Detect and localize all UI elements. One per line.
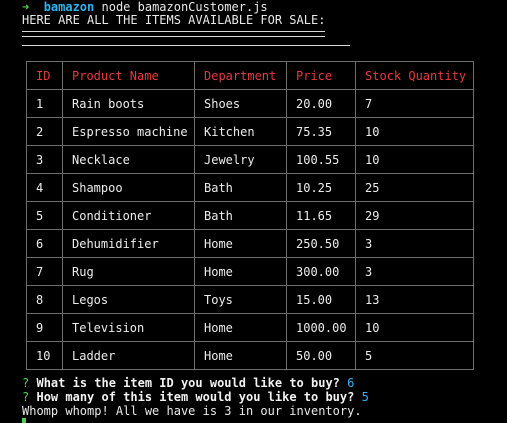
question-quantity: ? How many of this item would you like t… [22,390,369,404]
cell-stock-quantity: 5 [355,341,474,370]
answer-value: 6 [347,376,355,390]
table-header-row: ID Product Name Department Price Stock Q… [26,61,474,90]
question-item-id: ? What is the item ID you would like to … [22,376,354,390]
table-row: 3 Necklace Jewelry 100.55 10 [26,145,474,174]
cell-department: Home [194,229,287,258]
next-prompt-fragment [22,418,26,423]
cell-price: 250.50 [286,229,356,258]
cell-department: Home [194,313,287,342]
header-stock-quantity: Stock Quantity [355,61,474,90]
cell-stock-quantity: 25 [355,173,474,202]
cell-stock-quantity: 10 [355,117,474,146]
cell-department: Toys [194,285,287,314]
cell-product-name: Rug [62,257,195,286]
header-id: ID [26,61,63,90]
table-row: 9 Television Home 1000.00 10 [26,313,474,342]
cell-price: 300.00 [286,257,356,286]
cell-id: 6 [26,229,63,258]
cell-price: 11.65 [286,201,356,230]
cell-price: 20.00 [286,89,356,118]
table-row: 5 Conditioner Bath 11.65 29 [26,201,474,230]
cell-id: 7 [26,257,63,286]
cell-id: 8 [26,285,63,314]
question-text: What is the item ID you would like to bu… [36,376,340,390]
prompt-directory: bamazon [43,0,95,14]
cell-stock-quantity: 13 [355,285,474,314]
cell-stock-quantity: 3 [355,229,474,258]
cell-product-name: Espresso machine [62,117,195,146]
table-row: 2 Espresso machine Kitchen 75.35 10 [26,117,474,146]
table-row: 6 Dehumidifier Home 250.50 3 [26,229,474,258]
single-rule-divider [22,45,350,46]
table-row: 10 Ladder Home 50.00 5 [26,341,474,370]
command-line: ➜ bamazon node bamazonCustomer.js [22,0,268,14]
cell-department: Shoes [194,89,287,118]
cell-id: 10 [26,341,63,370]
table-row: 4 Shampoo Bath 10.25 25 [26,173,474,202]
result-message: Whomp whomp! All we have is 3 in our inv… [22,404,362,418]
cell-id: 5 [26,201,63,230]
cell-id: 4 [26,173,63,202]
question-text: How many of this item would you like to … [36,390,355,404]
cell-price: 15.00 [286,285,356,314]
cell-department: Home [194,341,287,370]
cell-product-name: Television [62,313,195,342]
cell-department: Bath [194,173,287,202]
prompt-arrow-icon: ➜ [22,0,30,14]
cell-department: Bath [194,201,287,230]
question-mark-icon: ? [22,390,30,404]
cell-price: 1000.00 [286,313,356,342]
cell-department: Jewelry [194,145,287,174]
double-rule-divider [22,31,325,37]
cell-department: Kitchen [194,117,287,146]
cell-product-name: Conditioner [62,201,195,230]
cell-id: 9 [26,313,63,342]
cell-stock-quantity: 10 [355,313,474,342]
cell-product-name: Rain boots [62,89,195,118]
cell-id: 1 [26,89,63,118]
cell-price: 100.55 [286,145,356,174]
cell-stock-quantity: 10 [355,145,474,174]
cell-product-name: Shampoo [62,173,195,202]
question-mark-icon: ? [22,376,30,390]
table-row: 7 Rug Home 300.00 3 [26,257,474,286]
cell-stock-quantity: 7 [355,89,474,118]
command-text: node bamazonCustomer.js [94,0,268,14]
cell-product-name: Legos [62,285,195,314]
header-product-name: Product Name [62,61,195,90]
cell-id: 3 [26,145,63,174]
cell-product-name: Necklace [62,145,195,174]
cell-id: 2 [26,117,63,146]
inventory-table: ID Product Name Department Price Stock Q… [26,61,474,370]
table-row: 1 Rain boots Shoes 20.00 7 [26,89,474,118]
cell-department: Home [194,257,287,286]
cell-stock-quantity: 29 [355,201,474,230]
cell-product-name: Ladder [62,341,195,370]
cell-stock-quantity: 3 [355,257,474,286]
cell-product-name: Dehumidifier [62,229,195,258]
table-row: 8 Legos Toys 15.00 13 [26,285,474,314]
cell-price: 50.00 [286,341,356,370]
cell-price: 75.35 [286,117,356,146]
cell-price: 10.25 [286,173,356,202]
header-price: Price [286,61,356,90]
inventory-heading: HERE ARE ALL THE ITEMS AVAILABLE FOR SAL… [22,13,326,27]
answer-value: 5 [361,390,369,404]
header-department: Department [194,61,287,90]
